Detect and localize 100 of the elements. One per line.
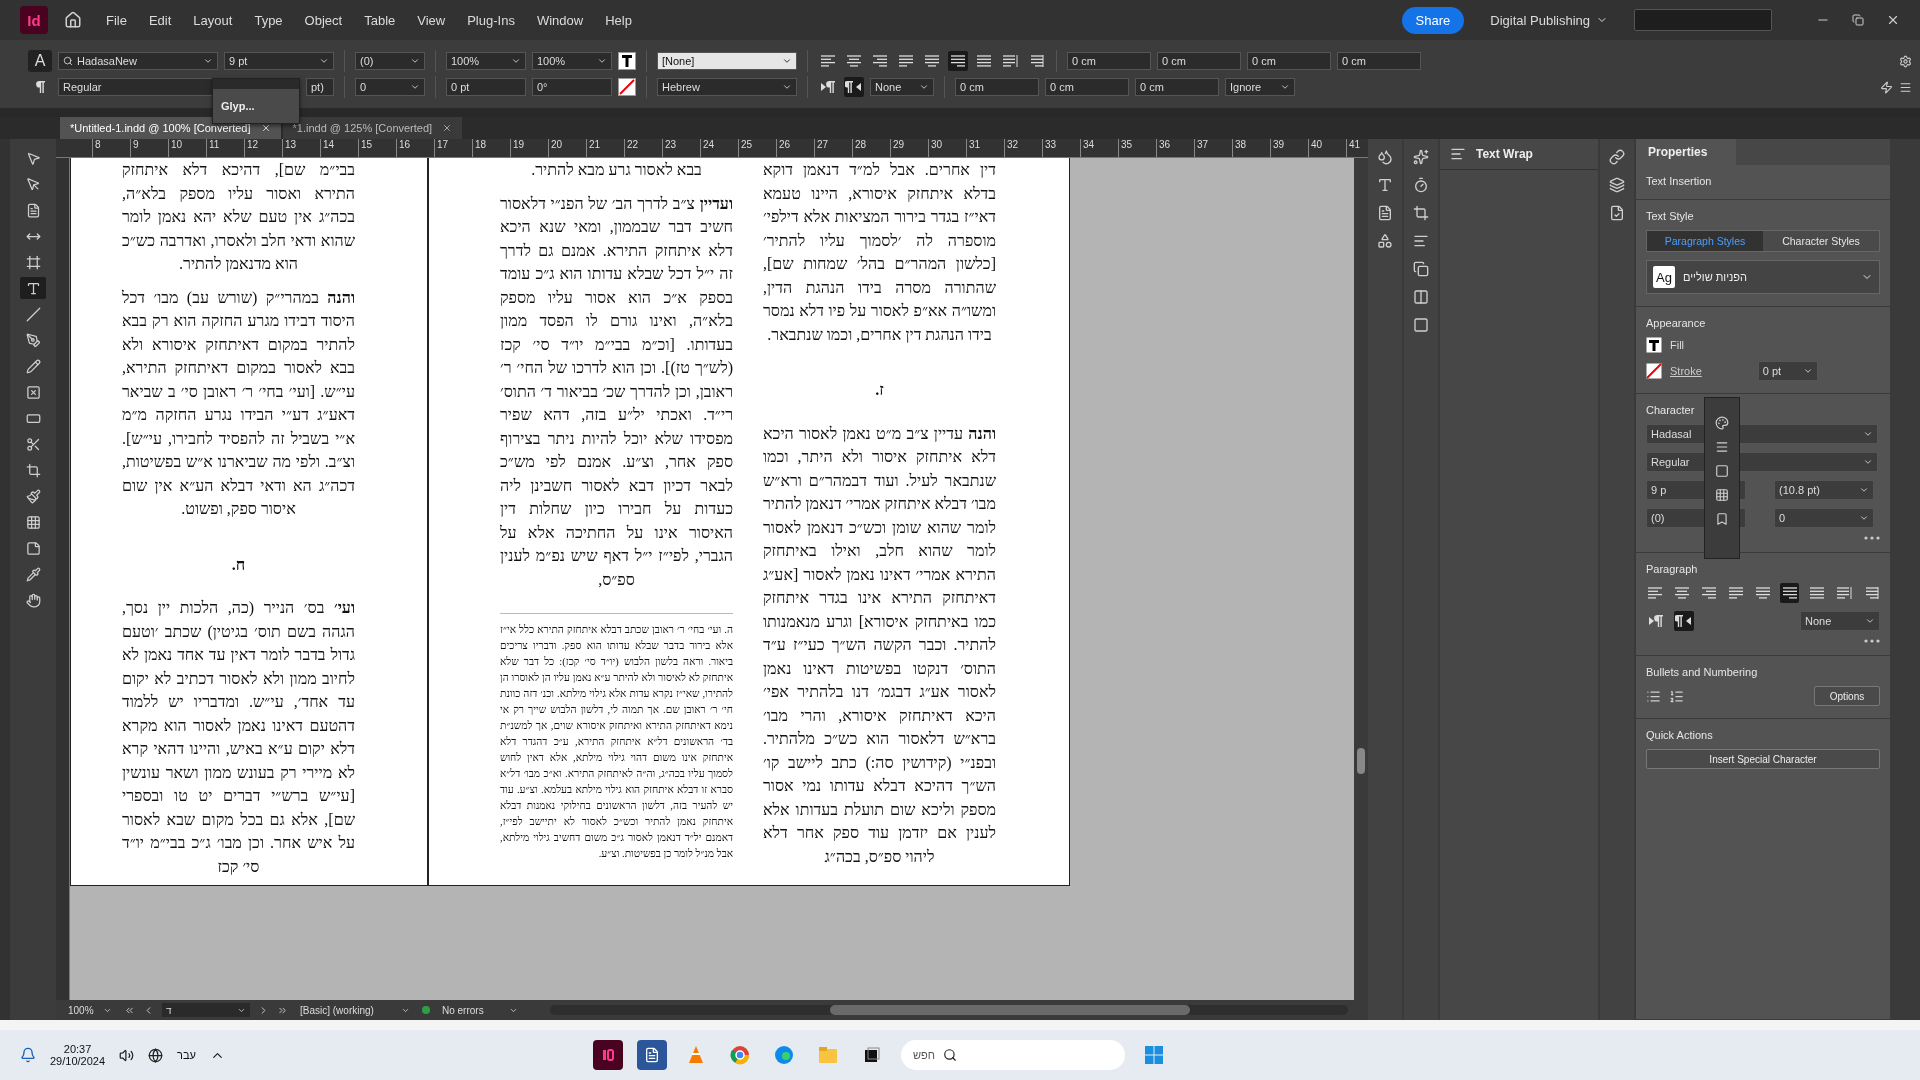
right-to-left-button[interactable] — [1674, 611, 1694, 631]
home-icon[interactable] — [64, 11, 82, 29]
tracking-field[interactable]: 0 — [1774, 508, 1874, 528]
panel-tab[interactable]: Properties — [1636, 139, 1736, 165]
table-icon[interactable] — [1715, 488, 1729, 502]
insert-special-character-button[interactable]: Insert Special Character — [1646, 749, 1880, 769]
menu-item[interactable]: View — [409, 8, 454, 32]
no-stroke-icon[interactable] — [1646, 363, 1662, 379]
align-icon[interactable] — [1413, 289, 1429, 305]
search-field[interactable]: חפש — [900, 1040, 1125, 1070]
fill-text-icon[interactable] — [618, 52, 636, 70]
tracking-field[interactable]: 0 — [355, 78, 425, 96]
indent-field[interactable]: 0 cm — [1247, 52, 1331, 70]
layers-icon[interactable] — [1609, 177, 1625, 193]
leading-field[interactable]: (10.8 pt) — [1774, 480, 1874, 500]
panel-title[interactable]: Text Wrap — [1476, 147, 1533, 161]
share-button[interactable]: Share — [1401, 6, 1465, 34]
search-field[interactable] — [1634, 9, 1772, 31]
font-family-field[interactable]: HadasaNew — [58, 52, 218, 70]
vertical-scale-field[interactable]: 100% — [446, 52, 526, 70]
language-indicator[interactable]: עבר — [177, 1049, 196, 1061]
more-options-icon[interactable] — [1864, 639, 1880, 643]
type-tool-icon[interactable] — [20, 277, 46, 299]
ruler-number: 37 — [1194, 139, 1232, 157]
kerning-field[interactable]: (0) — [355, 52, 425, 70]
document-tab[interactable]: *1.indd @ 125% [Converted] — [282, 117, 463, 139]
indesign-app-icon[interactable] — [592, 1040, 623, 1070]
character-icon[interactable] — [1377, 177, 1393, 193]
effects-icon[interactable] — [1413, 149, 1429, 165]
bookmark-icon[interactable] — [1715, 512, 1729, 526]
menu-item[interactable]: Object — [296, 8, 351, 32]
indent-field[interactable]: 0 cm — [1337, 52, 1421, 70]
zoom-field[interactable]: 100% — [64, 1003, 116, 1017]
language-field[interactable]: Hebrew — [657, 78, 797, 96]
character-style-field[interactable]: [None] — [657, 52, 797, 70]
indent-field[interactable]: 0 cm — [1157, 52, 1241, 70]
grid-align-field[interactable]: Ignore — [1225, 78, 1295, 96]
lightning-icon[interactable] — [1880, 80, 1893, 94]
close-icon[interactable] — [442, 123, 453, 133]
stroke-lines-icon[interactable] — [1715, 440, 1729, 454]
character-mode-button[interactable]: A — [28, 50, 52, 72]
volume-icon[interactable] — [119, 1047, 135, 1063]
section-title: Text Style — [1646, 210, 1695, 222]
skew-field[interactable]: 0° — [532, 78, 612, 96]
notification-icon[interactable] — [20, 1047, 36, 1063]
close-icon[interactable] — [1886, 13, 1900, 27]
style-tab[interactable]: Character Styles — [1763, 231, 1879, 251]
restore-icon[interactable] — [1852, 14, 1864, 26]
link-icon[interactable] — [1609, 149, 1625, 165]
menu-item[interactable]: File — [98, 8, 135, 32]
style-tab[interactable]: Paragraph Styles — [1647, 231, 1763, 251]
ruler-number: 16 — [396, 139, 434, 157]
clock[interactable]: 20:37 29/10/2024 — [50, 1043, 106, 1067]
scroll-thumb[interactable] — [1357, 748, 1365, 774]
align-button[interactable] — [1780, 583, 1800, 603]
settings-icon[interactable] — [1899, 54, 1912, 68]
horizontal-scale-field[interactable]: 100% — [532, 52, 612, 70]
menu-item[interactable]: Plug-Ins — [459, 8, 523, 32]
font-size-field[interactable]: 9 pt — [224, 52, 334, 70]
pages-icon[interactable] — [1413, 261, 1429, 277]
menu-item[interactable]: Table — [356, 8, 404, 32]
bullet-list-icon[interactable] — [1646, 688, 1661, 704]
preflight-status[interactable]: No errors — [438, 1003, 522, 1017]
checklist-icon[interactable] — [1609, 205, 1625, 221]
align-button[interactable] — [948, 51, 968, 71]
indent-field[interactable]: 0 cm — [955, 78, 1039, 96]
indent-field[interactable]: 0 cm — [1067, 52, 1151, 70]
menu-item[interactable]: Help — [597, 8, 640, 32]
indent-field[interactable]: 0 cm — [1135, 78, 1219, 96]
menu-item[interactable]: Type — [246, 8, 291, 32]
page-number-field[interactable]: ד — [162, 1003, 250, 1017]
menu-item[interactable]: Layout — [185, 8, 241, 32]
menu-item[interactable]: Window — [528, 8, 592, 32]
leading-field[interactable]: pt) — [306, 78, 334, 96]
document-app-icon[interactable] — [636, 1040, 667, 1070]
menu-item[interactable]: Edit — [140, 8, 180, 32]
fill-text-icon[interactable] — [1646, 337, 1662, 353]
timer-icon[interactable] — [1413, 177, 1429, 193]
composer-field[interactable]: None — [870, 78, 934, 96]
globe-icon[interactable] — [148, 1047, 164, 1063]
options-button[interactable]: Options — [1814, 686, 1880, 706]
stroke-link[interactable]: Stroke — [1670, 365, 1702, 377]
palette-icon[interactable] — [1715, 416, 1729, 430]
glyphs-panel-button[interactable]: Glyp... — [213, 89, 299, 123]
baseline-shift-field[interactable]: 0 pt — [446, 78, 526, 96]
workspace-switcher[interactable]: Digital Publishing — [1484, 11, 1614, 29]
menu-icon[interactable] — [1899, 80, 1912, 94]
close-icon[interactable] — [260, 123, 271, 133]
composer-field[interactable]: None — [1800, 611, 1880, 631]
right-to-left-button[interactable] — [844, 77, 864, 97]
numbered-list-icon[interactable] — [1669, 688, 1684, 704]
library-icon[interactable] — [1377, 233, 1393, 249]
more-options-icon[interactable] — [1864, 536, 1880, 540]
preflight-profile-field[interactable]: [Basic] (working) — [296, 1003, 414, 1017]
app-logo[interactable]: Id — [20, 6, 48, 34]
scroll-thumb[interactable] — [830, 1005, 1190, 1015]
no-stroke-icon[interactable] — [618, 78, 636, 96]
indent-field[interactable]: 0 cm — [1045, 78, 1129, 96]
text-wrap-icon[interactable] — [1413, 233, 1429, 249]
stroke-weight-field[interactable]: 0 pt — [1757, 361, 1818, 381]
